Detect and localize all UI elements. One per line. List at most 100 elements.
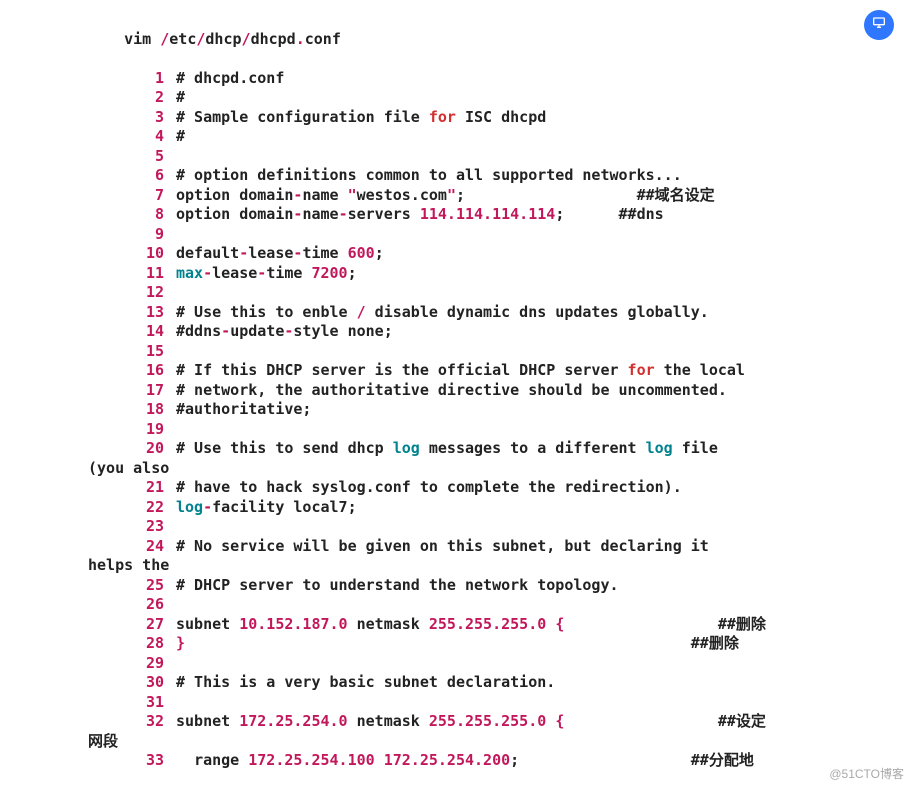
code-line: 32subnet 172.25.254.0 netmask 255.255.25… [88, 712, 910, 732]
code-line: 12 [88, 283, 910, 303]
cmd-word: vim [124, 30, 160, 48]
space [375, 751, 384, 769]
line-number: 20 [88, 439, 176, 459]
dash: - [203, 264, 212, 282]
cmd-slash: / [242, 30, 251, 48]
code-text: # dhcpd.conf [176, 69, 284, 87]
ip-literal: 172.25.254.200 [384, 751, 510, 769]
quote: " [348, 186, 357, 204]
ip-literal: 114.114.114.114 [420, 205, 555, 223]
ip-literal: 10.152.187.0 [239, 615, 347, 633]
line-number: 32 [88, 712, 176, 732]
code-text: # [176, 127, 185, 145]
code-text: default [176, 244, 239, 262]
line-number: 21 [88, 478, 176, 498]
code-line: 9 [88, 225, 910, 245]
line-number: 13 [88, 303, 176, 323]
cmd-seg: etc [169, 30, 196, 48]
code-line: 33 range 172.25.254.100 172.25.254.200; … [88, 751, 910, 771]
code-text: #ddns [176, 322, 221, 340]
dash: - [203, 498, 212, 516]
semi: ; [375, 244, 384, 262]
code-line: 21# have to hack syslog.conf to complete… [88, 478, 910, 498]
code-line: 3# Sample configuration file for ISC dhc… [88, 108, 910, 128]
line-number: 31 [88, 693, 176, 713]
code-line: 5 [88, 147, 910, 167]
line-number: 29 [88, 654, 176, 674]
code-text: # No service will be given on this subne… [176, 537, 718, 555]
line-number: 27 [88, 615, 176, 635]
code-line: 4# [88, 127, 910, 147]
code-text: the local [655, 361, 745, 379]
line-number: 9 [88, 225, 176, 245]
ip-literal: 172.25.254.100 [248, 751, 374, 769]
numeric: 7200 [311, 264, 347, 282]
pad [519, 751, 691, 769]
inline-comment: ##删除 [718, 615, 766, 633]
code-text: # DHCP server to understand the network … [176, 576, 619, 594]
code-line: 23 [88, 517, 910, 537]
ip-literal: 255.255.255.0 [429, 712, 546, 730]
line-number: 33 [88, 751, 176, 771]
code-text: time [266, 264, 311, 282]
keyword-for: for [628, 361, 655, 379]
inline-comment: ##删除 [691, 634, 739, 652]
line-number: 10 [88, 244, 176, 264]
keyword-log: log [393, 439, 420, 457]
cmd-line: vim /etc/dhcp/dhcpd.conf [88, 10, 910, 69]
line-number: 7 [88, 186, 176, 206]
code-line: 15 [88, 342, 910, 362]
slash: / [357, 303, 366, 321]
line-number: 14 [88, 322, 176, 342]
line-number: 30 [88, 673, 176, 693]
line-number: 19 [88, 420, 176, 440]
code-text: facility local7; [212, 498, 357, 516]
floating-badge[interactable] [864, 10, 894, 40]
code-text: disable dynamic dns updates globally. [366, 303, 709, 321]
cmd-ext: conf [305, 30, 341, 48]
code-line: 17# network, the authoritative directive… [88, 381, 910, 401]
line-number: 5 [88, 147, 176, 167]
pad [564, 712, 718, 730]
code-line: 29 [88, 654, 910, 674]
code-line: 20# Use this to send dhcp log messages t… [88, 439, 910, 459]
code-text: netmask [348, 712, 429, 730]
semi: ; [555, 205, 564, 223]
quote: " [447, 186, 456, 204]
code-text: netmask [348, 615, 429, 633]
keyword-max: max [176, 264, 203, 282]
line-number: 24 [88, 537, 176, 557]
cmd-slash: / [160, 30, 169, 48]
code-text: # Use this to send dhcp [176, 439, 393, 457]
inline-comment: ##设定 [718, 712, 766, 730]
code-text: #authoritative; [176, 400, 311, 418]
inline-comment: ##dns [619, 205, 664, 223]
wrap-text: 网段 [88, 732, 910, 752]
code-text: # [176, 88, 185, 106]
line-number: 1 [88, 69, 176, 89]
code-line: 27subnet 10.152.187.0 netmask 255.255.25… [88, 615, 910, 635]
line-number: 4 [88, 127, 176, 147]
inline-comment: ##域名设定 [637, 186, 715, 204]
code-line: 13# Use this to enble / disable dynamic … [88, 303, 910, 323]
pad [564, 615, 718, 633]
code-line: 2# [88, 88, 910, 108]
code-text [546, 712, 555, 730]
cmd-seg: dhcp [205, 30, 241, 48]
code-line: 7option domain-name "westos.com"; ##域名设定 [88, 186, 910, 206]
code-line: 19 [88, 420, 910, 440]
code-line: 8option domain-name-servers 114.114.114.… [88, 205, 910, 225]
line-number: 25 [88, 576, 176, 596]
code-text: # This is a very basic subnet declaratio… [176, 673, 555, 691]
code-text: name [302, 186, 347, 204]
pad [465, 186, 637, 204]
code-text: file [673, 439, 727, 457]
brace: { [555, 712, 564, 730]
watermark-text: @51CTO博客 [829, 767, 904, 783]
code-text: range [194, 751, 248, 769]
code-text: # have to hack syslog.conf to complete t… [176, 478, 682, 496]
cmd-file: dhcpd [251, 30, 296, 48]
keyword-for: for [429, 108, 456, 126]
code-line: 6# option definitions common to all supp… [88, 166, 910, 186]
indent [176, 751, 194, 769]
